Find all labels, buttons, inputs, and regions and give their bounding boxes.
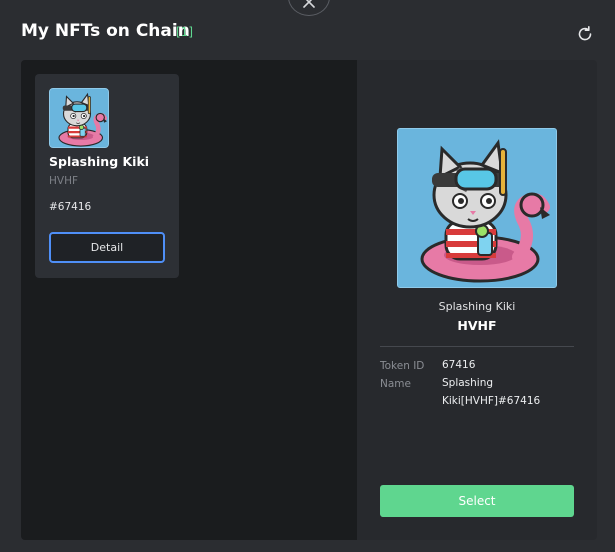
select-button[interactable]: Select xyxy=(380,485,574,517)
nft-list: Splashing Kiki HVHF #67416 Detail xyxy=(21,60,357,540)
nft-detail-pane: Splashing Kiki HVHF Token ID 67416 Name … xyxy=(357,60,597,540)
refresh-icon xyxy=(578,26,592,41)
nft-thumbnail xyxy=(49,88,109,148)
nft-detail-image xyxy=(397,128,557,288)
token-id-value: 67416 xyxy=(442,359,476,371)
nft-card-collection: HVHF xyxy=(49,175,79,187)
detail-button[interactable]: Detail xyxy=(49,232,165,263)
refresh-button[interactable] xyxy=(575,24,595,44)
close-icon xyxy=(303,0,315,8)
nft-card-token: #67416 xyxy=(49,201,92,213)
token-id-label: Token ID xyxy=(380,360,425,372)
name-label: Name xyxy=(380,378,411,390)
divider xyxy=(380,346,574,347)
nft-card-name: Splashing Kiki xyxy=(49,154,150,169)
nft-detail-collection: HVHF xyxy=(457,318,497,333)
name-value: Splashing Kiki[HVHF]#67416 xyxy=(442,377,541,407)
close-button[interactable] xyxy=(288,0,330,16)
nft-modal: My NFTs on Chain [1] Splashing Kiki HVHF… xyxy=(0,0,615,552)
nft-card[interactable]: Splashing Kiki HVHF #67416 Detail xyxy=(35,74,179,278)
modal-title: My NFTs on Chain xyxy=(21,21,190,41)
nft-detail-name: Splashing Kiki xyxy=(438,300,516,313)
nft-count-badge: [1] xyxy=(176,25,193,39)
nft-panel: Splashing Kiki HVHF #67416 Detail Splash… xyxy=(21,60,597,540)
